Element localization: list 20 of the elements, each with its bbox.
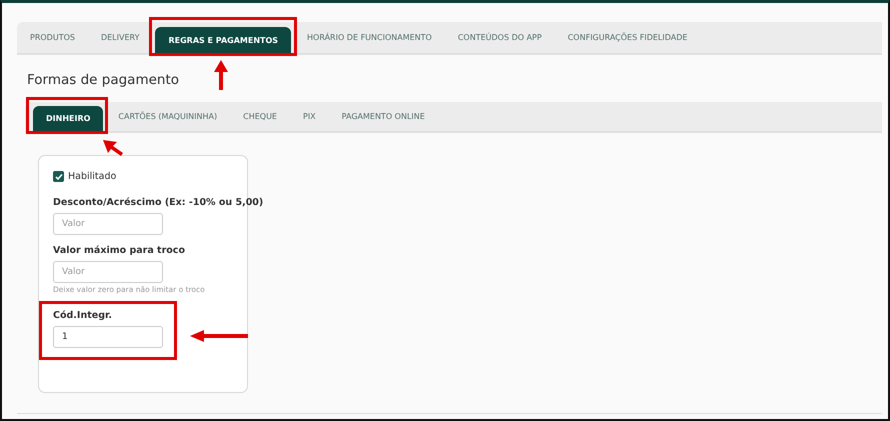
field-label: Cód.Integr. [53, 310, 113, 321]
tab[interactable]: CONTEÚDOS DO APP [444, 22, 555, 53]
tab[interactable]: DINHEIRO [33, 106, 104, 131]
checkbox-label: Habilitado [68, 171, 116, 182]
input-field[interactable]: Valor [53, 213, 163, 235]
tab[interactable]: CARTÕES (MAQUININHA) [105, 102, 230, 131]
tab[interactable]: DELIVERY [88, 22, 152, 53]
input-field[interactable]: 1 [53, 326, 163, 348]
tab[interactable]: CONFIGURAÇÕES FIDELIDADE [554, 22, 700, 53]
tab[interactable]: REGRAS E PAGAMENTOS [155, 27, 292, 53]
tab[interactable]: PAGAMENTO ONLINE [328, 102, 438, 131]
field-label: Valor máximo para troco [53, 245, 186, 256]
tab[interactable]: PIX [290, 102, 329, 131]
checkbox[interactable] [53, 171, 64, 182]
field-label: Desconto/Acréscimo (Ex: -10% ou 5,00) [53, 197, 264, 208]
input-field[interactable]: Valor [53, 261, 163, 283]
tab[interactable]: PRODUTOS [17, 22, 88, 53]
tab[interactable]: HORÁRIO DE FUNCIONAMENTO [294, 22, 445, 53]
section-title: Formas de pagamento [27, 72, 180, 88]
tab[interactable]: CHEQUE [230, 102, 290, 131]
